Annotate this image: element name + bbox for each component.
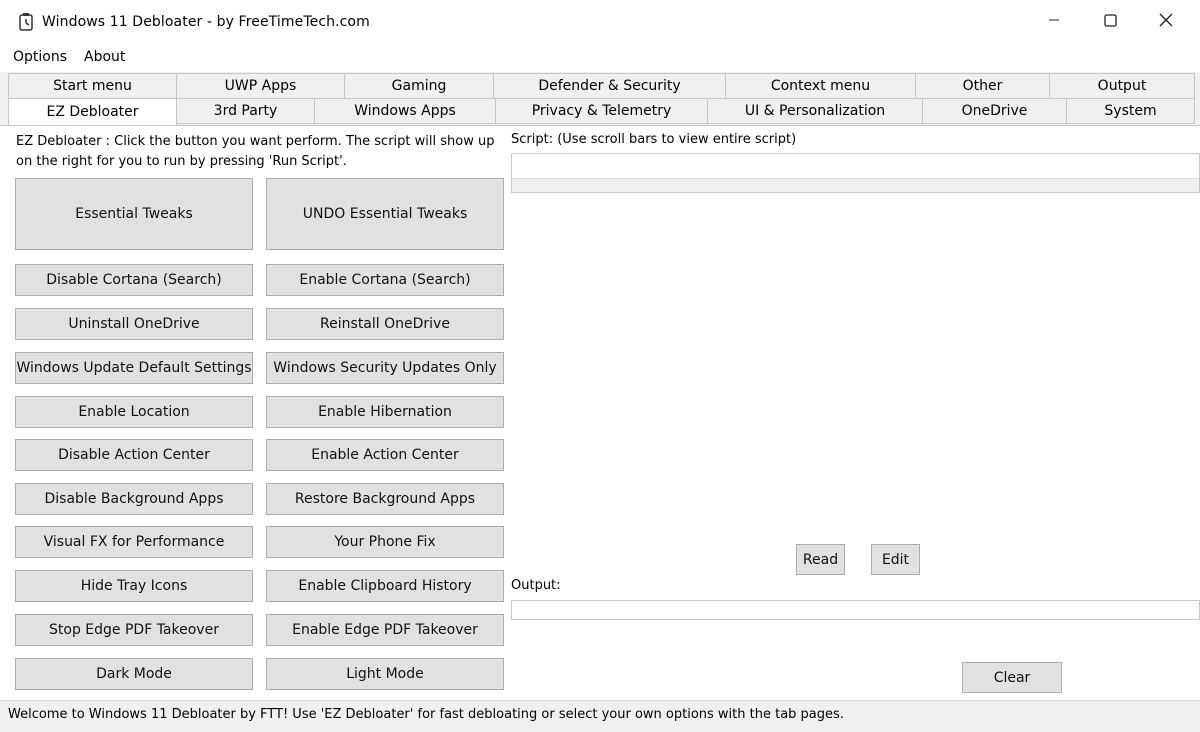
title-bar: Windows 11 Debloater - by FreeTimeTech.c… [0, 0, 1200, 44]
light-mode-button[interactable]: Light Mode [266, 658, 504, 690]
tab-start-menu[interactable]: Start menu [8, 73, 177, 99]
tab-output[interactable]: Output [1049, 73, 1195, 99]
minimize-button[interactable] [1026, 0, 1082, 44]
disable-action-center-button[interactable]: Disable Action Center [15, 439, 253, 471]
window-title: Windows 11 Debloater - by FreeTimeTech.c… [42, 14, 370, 30]
script-label: Script: (Use scroll bars to view entire … [511, 132, 797, 147]
disable-background-apps-button[interactable]: Disable Background Apps [15, 483, 253, 515]
tab-ez-debloater[interactable]: EZ Debloater [8, 98, 177, 125]
stop-edge-pdf-button[interactable]: Stop Edge PDF Takeover [15, 614, 253, 646]
menu-about[interactable]: About [84, 49, 125, 65]
tab-system[interactable]: System [1066, 98, 1195, 124]
status-text: Welcome to Windows 11 Debloater by FTT! … [8, 707, 844, 722]
enable-cortana-button[interactable]: Enable Cortana (Search) [266, 264, 504, 296]
undo-essential-tweaks-button[interactable]: UNDO Essential Tweaks [266, 178, 504, 250]
maximize-button[interactable] [1082, 0, 1138, 44]
enable-location-button[interactable]: Enable Location [15, 396, 253, 428]
dark-mode-button[interactable]: Dark Mode [15, 658, 253, 690]
ez-description: EZ Debloater : Click the button you want… [16, 134, 495, 169]
uninstall-onedrive-button[interactable]: Uninstall OneDrive [15, 308, 253, 340]
menu-bar: Options About [0, 44, 1200, 72]
disable-cortana-button[interactable]: Disable Cortana (Search) [15, 264, 253, 296]
clear-button[interactable]: Clear [962, 662, 1062, 693]
edit-button[interactable]: Edit [871, 544, 920, 575]
status-bar: Welcome to Windows 11 Debloater by FTT! … [0, 700, 1200, 732]
tab-defender-security[interactable]: Defender & Security [493, 73, 726, 99]
tab-privacy-telemetry[interactable]: Privacy & Telemetry [495, 98, 708, 124]
output-label: Output: [511, 578, 561, 593]
tab-context-menu[interactable]: Context menu [725, 73, 916, 99]
enable-hibernation-button[interactable]: Enable Hibernation [266, 396, 504, 428]
security-updates-only-button[interactable]: Windows Security Updates Only [266, 352, 504, 384]
your-phone-fix-button[interactable]: Your Phone Fix [266, 526, 504, 558]
enable-clipboard-history-button[interactable]: Enable Clipboard History [266, 570, 504, 602]
app-logo-icon [16, 12, 36, 32]
restore-background-apps-button[interactable]: Restore Background Apps [266, 483, 504, 515]
script-textbox[interactable] [511, 153, 1200, 193]
hide-tray-icons-button[interactable]: Hide Tray Icons [15, 570, 253, 602]
read-button[interactable]: Read [796, 544, 845, 575]
reinstall-onedrive-button[interactable]: Reinstall OneDrive [266, 308, 504, 340]
essential-tweaks-button[interactable]: Essential Tweaks [15, 178, 253, 250]
tab-windows-apps[interactable]: Windows Apps [314, 98, 496, 124]
enable-edge-pdf-button[interactable]: Enable Edge PDF Takeover [266, 614, 504, 646]
maximize-icon [1103, 13, 1117, 31]
close-icon [1159, 13, 1173, 31]
tab-content-ez-debloater: EZ Debloater : Click the button you want… [0, 125, 1200, 700]
visual-fx-performance-button[interactable]: Visual FX for Performance [15, 526, 253, 558]
script-horizontal-scrollbar[interactable] [512, 178, 1199, 192]
tab-uwp-apps[interactable]: UWP Apps [176, 73, 345, 99]
tab-gaming[interactable]: Gaming [344, 73, 494, 99]
output-textbox[interactable] [511, 600, 1200, 620]
tab-3rd-party[interactable]: 3rd Party [176, 98, 315, 124]
close-button[interactable] [1138, 0, 1194, 44]
tab-strip: Start menu UWP Apps Gaming Defender & Se… [0, 72, 1200, 126]
tab-onedrive[interactable]: OneDrive [922, 98, 1067, 124]
enable-action-center-button[interactable]: Enable Action Center [266, 439, 504, 471]
tab-other[interactable]: Other [915, 73, 1050, 99]
windows-update-default-button[interactable]: Windows Update Default Settings [15, 352, 253, 384]
minimize-icon [1048, 14, 1060, 30]
tab-ui-personalization[interactable]: UI & Personalization [707, 98, 923, 124]
menu-options[interactable]: Options [13, 49, 67, 65]
